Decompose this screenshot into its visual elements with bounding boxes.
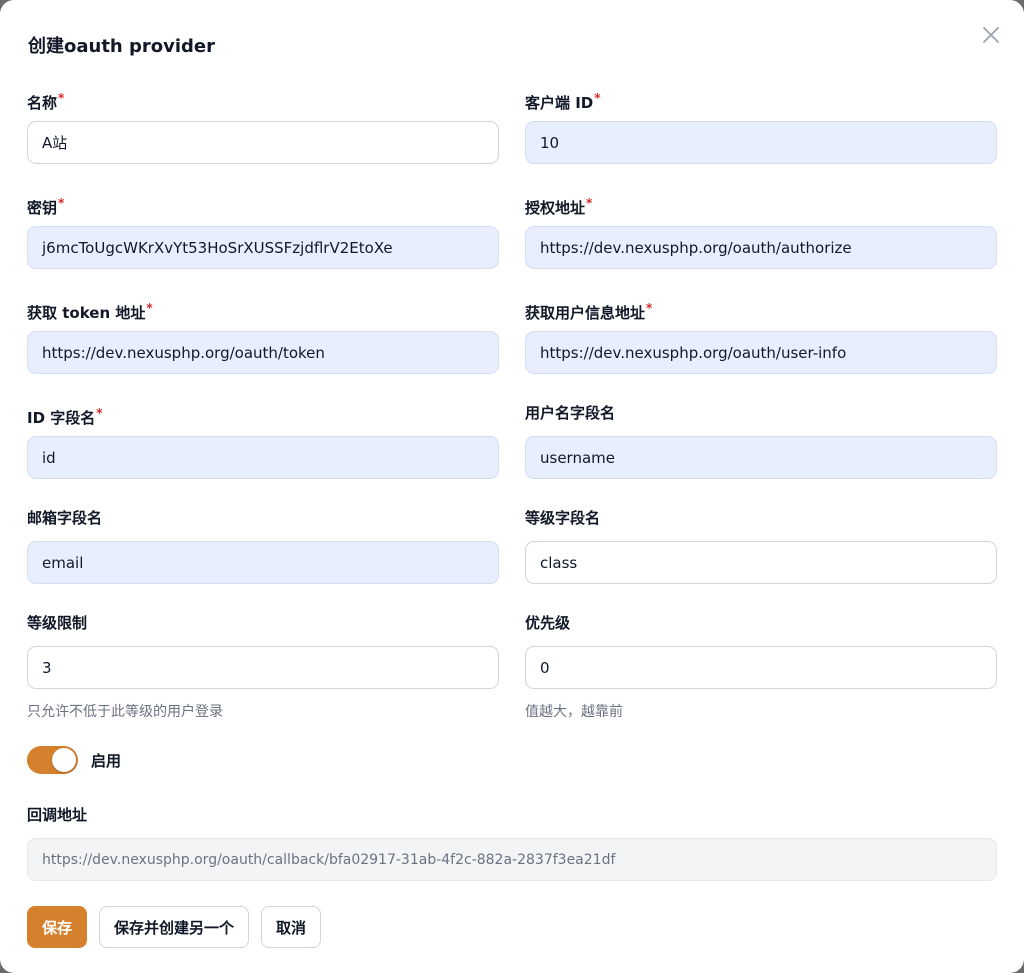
form-actions: 保存 保存并创建另一个 取消 (27, 906, 322, 948)
field-label-client-id: 客户端 ID (525, 94, 594, 112)
create-oauth-provider-modal: 创建oauth provider 名称* A站 客户端 ID* 10 密钥* j… (0, 0, 1024, 973)
cancel-button[interactable]: 取消 (261, 906, 322, 948)
user-info-url-input[interactable]: https://dev.nexusphp.org/oauth/user-info (525, 331, 997, 374)
name-input[interactable]: A站 (27, 121, 499, 164)
field-priority: 优先级 0 值越大，越靠前 (525, 613, 997, 721)
field-label-email-field: 邮箱字段名 (27, 509, 103, 527)
field-label-name: 名称 (27, 94, 58, 112)
required-mark: * (146, 301, 153, 315)
field-id-field: ID 字段名* id (27, 403, 499, 479)
save-and-create-another-button[interactable]: 保存并创建另一个 (99, 906, 250, 948)
toggle-knob (52, 748, 76, 772)
required-mark: * (58, 196, 65, 210)
field-label-token-url: 获取 token 地址 (27, 304, 146, 322)
enabled-toggle[interactable] (27, 746, 78, 774)
token-url-input[interactable]: https://dev.nexusphp.org/oauth/token (27, 331, 499, 374)
field-authorize-url: 授权地址* https://dev.nexusphp.org/oauth/aut… (525, 193, 997, 269)
field-label-id-field: ID 字段名 (27, 409, 96, 427)
required-mark: * (594, 91, 601, 105)
field-token-url: 获取 token 地址* https://dev.nexusphp.org/oa… (27, 298, 499, 374)
field-secret: 密钥* j6mcToUgcWKrXvYt53HoSrXUSSFzjdflrV2E… (27, 193, 499, 269)
username-field-input[interactable]: username (525, 436, 997, 479)
required-mark: * (96, 406, 103, 420)
required-mark: * (586, 196, 593, 210)
required-mark: * (646, 301, 653, 315)
field-name: 名称* A站 (27, 88, 499, 164)
client-id-input[interactable]: 10 (525, 121, 997, 164)
level-limit-input[interactable]: 3 (27, 646, 499, 689)
close-icon[interactable] (978, 22, 1004, 48)
field-callback: 回调地址 https://dev.nexusphp.org/oauth/call… (27, 805, 997, 881)
field-label-level-limit: 等级限制 (27, 614, 88, 632)
level-limit-hint: 只允许不低于此等级的用户登录 (27, 704, 223, 720)
field-level-limit: 等级限制 3 只允许不低于此等级的用户登录 (27, 613, 499, 721)
secret-input[interactable]: j6mcToUgcWKrXvYt53HoSrXUSSFzjdflrV2EtoXe (27, 226, 499, 269)
field-label-username-field: 用户名字段名 (525, 404, 616, 422)
save-button[interactable]: 保存 (27, 906, 88, 948)
modal-title: 创建oauth provider (28, 36, 216, 57)
email-field-input[interactable]: email (27, 541, 499, 584)
field-level-field: 等级字段名 class (525, 508, 997, 584)
field-label-authorize-url: 授权地址 (525, 199, 586, 217)
id-field-input[interactable]: id (27, 436, 499, 479)
field-label-callback: 回调地址 (27, 806, 88, 824)
field-label-level-field: 等级字段名 (525, 509, 601, 527)
priority-input[interactable]: 0 (525, 646, 997, 689)
field-label-priority: 优先级 (525, 614, 571, 632)
level-field-input[interactable]: class (525, 541, 997, 584)
enabled-toggle-row: 启用 (27, 746, 121, 774)
authorize-url-input[interactable]: https://dev.nexusphp.org/oauth/authorize (525, 226, 997, 269)
field-user-info-url: 获取用户信息地址* https://dev.nexusphp.org/oauth… (525, 298, 997, 374)
field-email-field: 邮箱字段名 email (27, 508, 499, 584)
required-mark: * (58, 91, 65, 105)
field-username-field: 用户名字段名 username (525, 403, 997, 479)
field-client-id: 客户端 ID* 10 (525, 88, 997, 164)
field-label-secret: 密钥 (27, 199, 58, 217)
enabled-label: 启用 (91, 751, 122, 770)
priority-hint: 值越大，越靠前 (525, 704, 623, 720)
field-label-user-info-url: 获取用户信息地址 (525, 304, 646, 322)
callback-url-input: https://dev.nexusphp.org/oauth/callback/… (27, 838, 997, 881)
